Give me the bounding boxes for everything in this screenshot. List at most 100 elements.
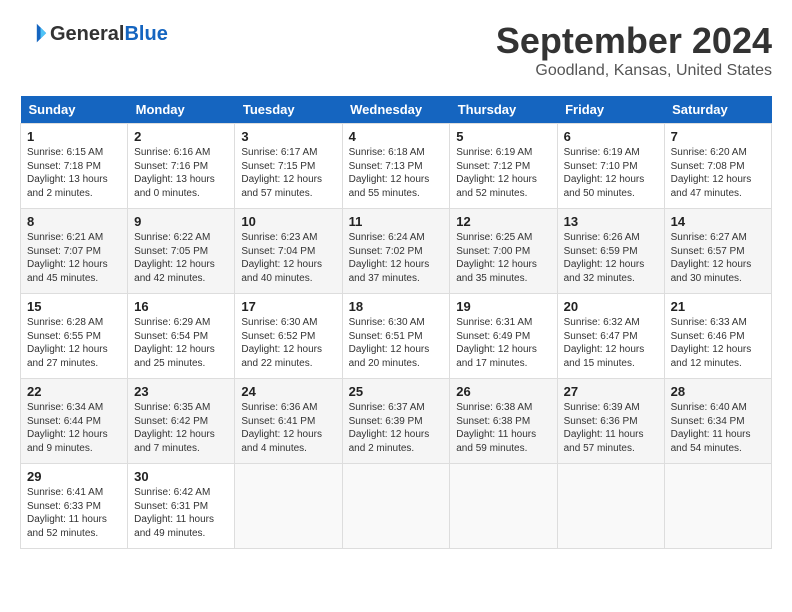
day-info: Sunrise: 6:23 AMSunset: 7:04 PMDaylight:… (241, 231, 335, 285)
weekday-header-tuesday: Tuesday (235, 96, 342, 124)
calendar-cell: 2 Sunrise: 6:16 AMSunset: 7:16 PMDaylight… (128, 124, 235, 209)
day-info: Sunrise: 6:34 AMSunset: 6:44 PMDaylight:… (27, 401, 121, 455)
day-info: Sunrise: 6:26 AMSunset: 6:59 PMDaylight:… (564, 231, 658, 285)
calendar-cell: 26Sunrise: 6:38 AMSunset: 6:38 PMDayligh… (450, 379, 557, 464)
day-number: 2 (134, 129, 228, 144)
day-number: 27 (564, 384, 658, 399)
day-info: Sunrise: 6:31 AMSunset: 6:49 PMDaylight:… (456, 316, 550, 370)
calendar-cell: 12 Sunrise: 6:25 AMSunset: 7:00 PMDayligh… (450, 209, 557, 294)
calendar-cell: 6 Sunrise: 6:19 AMSunset: 7:10 PMDaylight… (557, 124, 664, 209)
day-number: 19 (456, 299, 550, 314)
calendar-cell: 15 Sunrise: 6:28 AMSunset: 6:55 PMDayligh… (21, 294, 128, 379)
calendar-cell: 11 Sunrise: 6:24 AMSunset: 7:02 PMDayligh… (342, 209, 450, 294)
logo: GeneralBlue (20, 20, 168, 48)
day-info: Sunrise: 6:32 AMSunset: 6:47 PMDaylight:… (564, 316, 658, 370)
day-number: 15 (27, 299, 121, 314)
day-info: Sunrise: 6:19 AMSunset: 7:10 PMDaylight:… (564, 146, 658, 200)
month-title: September 2024 (496, 20, 772, 62)
day-info: Sunrise: 6:33 AMSunset: 6:46 PMDaylight:… (671, 316, 765, 370)
calendar-cell: 28Sunrise: 6:40 AMSunset: 6:34 PMDayligh… (664, 379, 771, 464)
day-info: Sunrise: 6:18 AMSunset: 7:13 PMDaylight:… (349, 146, 444, 200)
weekday-header-sunday: Sunday (21, 96, 128, 124)
calendar-cell: 17 Sunrise: 6:30 AMSunset: 6:52 PMDayligh… (235, 294, 342, 379)
day-info: Sunrise: 6:37 AMSunset: 6:39 PMDaylight:… (349, 401, 444, 455)
day-info: Sunrise: 6:27 AMSunset: 6:57 PMDaylight:… (671, 231, 765, 285)
weekday-header-friday: Friday (557, 96, 664, 124)
day-number: 3 (241, 129, 335, 144)
calendar-cell: 27 Sunrise: 6:39 AMSunset: 6:36 PMDayligh… (557, 379, 664, 464)
location-title: Goodland, Kansas, United States (496, 62, 772, 80)
page-header: GeneralBlue September 2024 Goodland, Kan… (20, 20, 772, 80)
day-number: 8 (27, 214, 121, 229)
day-info: Sunrise: 6:16 AMSunset: 7:16 PMDaylight:… (134, 146, 228, 200)
calendar-cell: 21Sunrise: 6:33 AMSunset: 6:46 PMDayligh… (664, 294, 771, 379)
calendar-cell: 19 Sunrise: 6:31 AMSunset: 6:49 PMDayligh… (450, 294, 557, 379)
calendar-cell (235, 464, 342, 549)
day-number: 7 (671, 129, 765, 144)
calendar-cell: 3 Sunrise: 6:17 AMSunset: 7:15 PMDaylight… (235, 124, 342, 209)
day-info: Sunrise: 6:39 AMSunset: 6:36 PMDaylight:… (564, 401, 658, 455)
day-number: 20 (564, 299, 658, 314)
day-number: 24 (241, 384, 335, 399)
day-number: 10 (241, 214, 335, 229)
day-info: Sunrise: 6:15 AMSunset: 7:18 PMDaylight:… (27, 146, 121, 200)
day-info: Sunrise: 6:22 AMSunset: 7:05 PMDaylight:… (134, 231, 228, 285)
day-number: 17 (241, 299, 335, 314)
day-number: 14 (671, 214, 765, 229)
calendar-cell (342, 464, 450, 549)
weekday-header-wednesday: Wednesday (342, 96, 450, 124)
day-number: 30 (134, 469, 228, 484)
calendar-cell: 9 Sunrise: 6:22 AMSunset: 7:05 PMDaylight… (128, 209, 235, 294)
calendar-cell: 24 Sunrise: 6:36 AMSunset: 6:41 PMDayligh… (235, 379, 342, 464)
day-number: 25 (349, 384, 444, 399)
calendar-cell: 14 Sunrise: 6:27 AMSunset: 6:57 PMDayligh… (664, 209, 771, 294)
logo-icon (20, 20, 48, 48)
day-number: 1 (27, 129, 121, 144)
day-number: 11 (349, 214, 444, 229)
day-number: 12 (456, 214, 550, 229)
calendar-cell (450, 464, 557, 549)
day-number: 5 (456, 129, 550, 144)
calendar-cell: 23Sunrise: 6:35 AMSunset: 6:42 PMDayligh… (128, 379, 235, 464)
weekday-header-thursday: Thursday (450, 96, 557, 124)
calendar-cell: 29 Sunrise: 6:41 AMSunset: 6:33 PMDayligh… (21, 464, 128, 549)
weekday-header-monday: Monday (128, 96, 235, 124)
day-number: 22 (27, 384, 121, 399)
calendar-table: SundayMondayTuesdayWednesdayThursdayFrid… (20, 96, 772, 549)
day-number: 28 (671, 384, 765, 399)
day-number: 13 (564, 214, 658, 229)
day-number: 6 (564, 129, 658, 144)
day-info: Sunrise: 6:38 AMSunset: 6:38 PMDaylight:… (456, 401, 550, 455)
weekday-header-saturday: Saturday (664, 96, 771, 124)
day-info: Sunrise: 6:30 AMSunset: 6:52 PMDaylight:… (241, 316, 335, 370)
calendar-cell (664, 464, 771, 549)
day-info: Sunrise: 6:36 AMSunset: 6:41 PMDaylight:… (241, 401, 335, 455)
day-info: Sunrise: 6:28 AMSunset: 6:55 PMDaylight:… (27, 316, 121, 370)
calendar-cell: 10 Sunrise: 6:23 AMSunset: 7:04 PMDayligh… (235, 209, 342, 294)
day-info: Sunrise: 6:41 AMSunset: 6:33 PMDaylight:… (27, 486, 121, 540)
calendar-cell: 16 Sunrise: 6:29 AMSunset: 6:54 PMDayligh… (128, 294, 235, 379)
day-number: 29 (27, 469, 121, 484)
day-info: Sunrise: 6:19 AMSunset: 7:12 PMDaylight:… (456, 146, 550, 200)
day-info: Sunrise: 6:20 AMSunset: 7:08 PMDaylight:… (671, 146, 765, 200)
calendar-cell: 18 Sunrise: 6:30 AMSunset: 6:51 PMDayligh… (342, 294, 450, 379)
calendar-cell: 20 Sunrise: 6:32 AMSunset: 6:47 PMDayligh… (557, 294, 664, 379)
day-info: Sunrise: 6:29 AMSunset: 6:54 PMDaylight:… (134, 316, 228, 370)
calendar-cell: 30Sunrise: 6:42 AMSunset: 6:31 PMDayligh… (128, 464, 235, 549)
day-info: Sunrise: 6:30 AMSunset: 6:51 PMDaylight:… (349, 316, 444, 370)
day-number: 16 (134, 299, 228, 314)
day-info: Sunrise: 6:24 AMSunset: 7:02 PMDaylight:… (349, 231, 444, 285)
calendar-cell: 22 Sunrise: 6:34 AMSunset: 6:44 PMDayligh… (21, 379, 128, 464)
calendar-cell: 8Sunrise: 6:21 AMSunset: 7:07 PMDaylight… (21, 209, 128, 294)
day-info: Sunrise: 6:17 AMSunset: 7:15 PMDaylight:… (241, 146, 335, 200)
calendar-cell: 4Sunrise: 6:18 AMSunset: 7:13 PMDaylight… (342, 124, 450, 209)
calendar-cell: 13 Sunrise: 6:26 AMSunset: 6:59 PMDayligh… (557, 209, 664, 294)
calendar-cell: 5 Sunrise: 6:19 AMSunset: 7:12 PMDaylight… (450, 124, 557, 209)
day-info: Sunrise: 6:35 AMSunset: 6:42 PMDaylight:… (134, 401, 228, 455)
calendar-cell: 7 Sunrise: 6:20 AMSunset: 7:08 PMDaylight… (664, 124, 771, 209)
day-number: 18 (349, 299, 444, 314)
logo-general-text: General (50, 23, 124, 46)
day-info: Sunrise: 6:25 AMSunset: 7:00 PMDaylight:… (456, 231, 550, 285)
day-number: 9 (134, 214, 228, 229)
calendar-cell (557, 464, 664, 549)
